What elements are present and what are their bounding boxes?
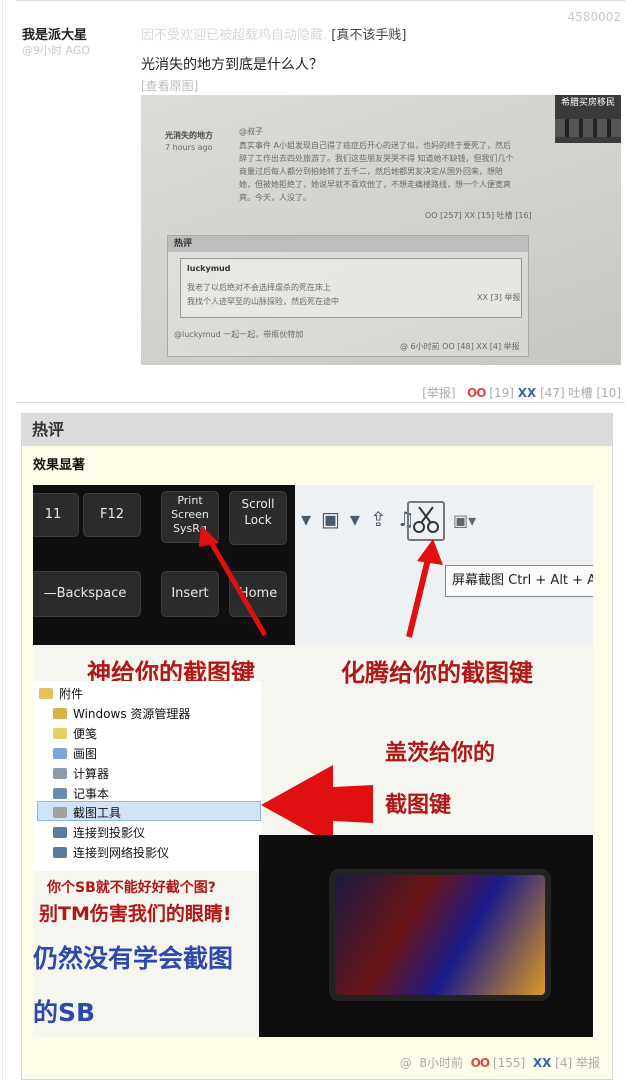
oo-button[interactable]: OO — [467, 386, 486, 400]
photo-reply-user: luckymud — [187, 264, 231, 273]
photo-ad-strip — [555, 119, 621, 137]
hot-xx-count: [4] — [555, 1056, 573, 1070]
oo-count: [19] — [489, 386, 514, 400]
caption-gates-1: 盖茨给你的 — [385, 741, 496, 766]
caption-gates-2: 截图键 — [385, 793, 452, 818]
photo-vote-line: OO [257] XX [15] 吐槽 [16] — [425, 211, 532, 220]
report-link[interactable]: [举报] — [422, 386, 455, 400]
caption-sb-2: 别TM伤害我们的眼睛! — [39, 903, 232, 925]
caption-still-2: 的SB — [33, 998, 96, 1027]
comment-text: 光消失的地方到底是什么人？ — [141, 57, 323, 73]
caption-still-1: 仍然没有学会截图 — [33, 944, 234, 973]
photo-body-2: 辞了工作出去四处旅游了。我们这些朋友哭哭不得 知道她不缺钱，但我们几个 — [239, 154, 514, 163]
phone-photo — [259, 835, 593, 1037]
comment-votes: [举报] OO [19] XX [47] 吐槽 [10] — [422, 384, 621, 401]
caption-sb-1: 你个SB就不能好好截个图? — [47, 880, 216, 896]
photo-reply: luckymud 我老了以后绝对不会选择虐杀的死在床上 我找个人迹罕至的山脉探险… — [180, 258, 522, 318]
photo-ad-text: 希腊买房移民 — [560, 98, 615, 108]
photo-body-3: 商量过后每人都分到拍她转了五千二，然后她都男友决定从国外回来，想陪 — [239, 167, 503, 176]
comment-divider — [16, 402, 625, 403]
comment-item: 我是派大星 @9小时 AGO 4580002 因不受欢迎已被超载鸡自动隐藏. [… — [0, 0, 641, 404]
hot-comment-votes: @ 8小时前 OO [155] XX [4] 举报 — [400, 1054, 600, 1071]
photo-footer-votes: @ 6小时前 OO [48] XX [4] 举报 — [400, 342, 520, 351]
hot-at-icon: @ — [399, 1056, 412, 1070]
hidden-notice: 因不受欢迎已被超载鸡自动隐藏. [真不该手贱] — [141, 24, 406, 43]
hot-comment-box: 热评 效果显著 11 F12 Print Screen SysRq Scroll… — [21, 413, 613, 1080]
photo-reply-votes: XX [3] 举报 — [477, 293, 521, 302]
photo-body-1: 真实事件 A小姐发现自己得了癌症后开心的迷了似，也妈的终于要死了，然后 — [239, 141, 512, 150]
comment-id: 4580002 — [567, 10, 621, 24]
photo-body-5: 爽。今天，人没了。 — [239, 193, 311, 202]
hot-comment-header: 热评 — [22, 414, 612, 446]
comment-time: @9小时 AGO — [22, 44, 91, 57]
phone-screen — [329, 869, 551, 1001]
xx-count: [47] — [540, 386, 565, 400]
photo-side-time: 7 hours ago — [165, 143, 213, 152]
hot-oo-count: [155] — [492, 1056, 526, 1070]
comment-photo[interactable]: 光消失的地方 7 hours ago @叔子 真实事件 A小姐发现自己得了癌症后… — [141, 95, 621, 365]
photo-hot-label: 热评 — [168, 236, 528, 252]
photo-reply-line-1: 我老了以后绝对不会选择虐杀的死在床上 — [187, 283, 331, 292]
hidden-notice-text: 因不受欢迎已被超载鸡自动隐藏. — [141, 28, 328, 43]
photo-footer: @luckymud 一起一起，带瓶伙特加 — [174, 330, 304, 339]
view-original-link[interactable]: [查看原图] — [141, 77, 198, 94]
photo-reply-line-2: 我找个人迹罕至的山脉探险，然后死在途中 — [187, 297, 339, 306]
hot-report-link[interactable]: 举报 — [576, 1056, 600, 1070]
tucao-link[interactable]: 吐槽 [10] — [569, 386, 621, 400]
xx-button[interactable]: XX — [518, 386, 537, 400]
photo-hot-box: 热评 luckymud 我老了以后绝对不会选择虐杀的死在床上 我找个人迹罕至的山… — [167, 235, 529, 357]
hot-comment-image[interactable]: 11 F12 Print Screen SysRq Scroll Lock —B… — [33, 485, 593, 1037]
arrow-to-snipping-tool — [261, 765, 373, 845]
comment-author[interactable]: 我是派大星 — [22, 24, 87, 43]
photo-at-user: @叔子 — [239, 127, 263, 136]
hot-comment-author[interactable]: 效果显著 — [33, 454, 85, 473]
hot-comment-time: 8小时前 — [419, 1056, 464, 1070]
photo-body-4: 她，但被她拒绝了，她说早就不喜欢他了，不想走痛楼路线，想一个人便宽爽 — [239, 180, 511, 189]
hot-oo-button[interactable]: OO — [471, 1056, 490, 1070]
show-hidden-link[interactable]: [真不该手贱] — [331, 28, 406, 43]
hot-xx-button[interactable]: XX — [533, 1056, 552, 1070]
